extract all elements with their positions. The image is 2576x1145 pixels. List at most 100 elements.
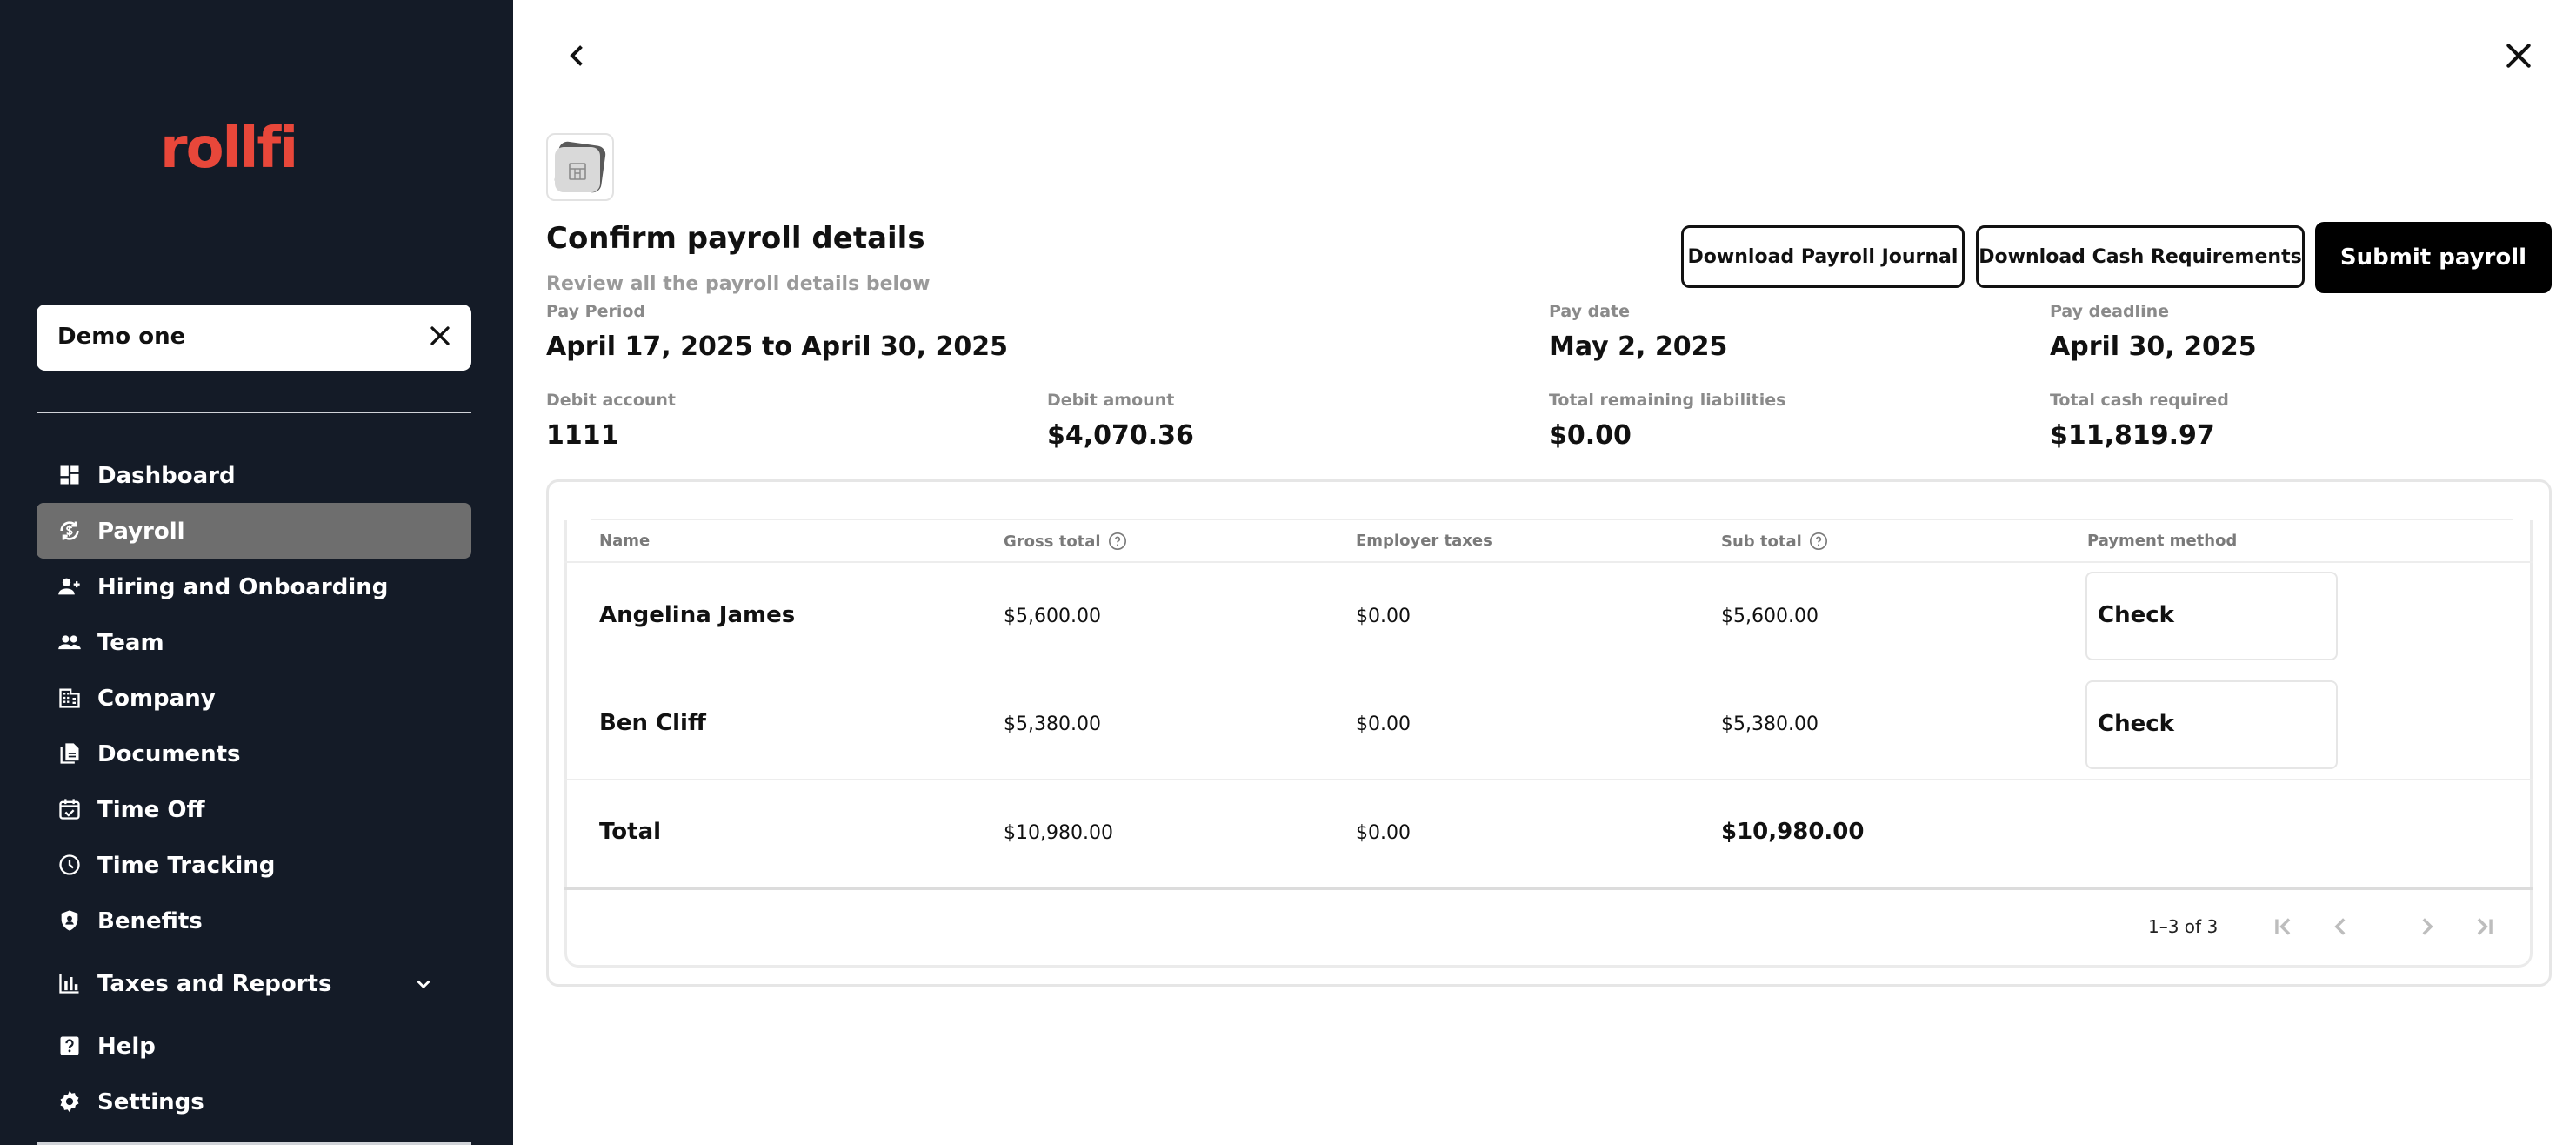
dashboard-icon: [60, 465, 79, 485]
calendar-check-icon: [59, 799, 80, 820]
sidebar-item-label: Dashboard: [97, 463, 236, 489]
sidebar-item-settings[interactable]: Settings: [37, 1074, 471, 1129]
employee-name: Angelina James: [599, 602, 796, 628]
payment-method-value: Check: [2098, 711, 2174, 737]
payment-method-select[interactable]: Check: [2085, 680, 2338, 769]
payment-method-select[interactable]: Check: [2085, 572, 2338, 660]
payroll-icon: [60, 521, 79, 540]
header-row-rule: [564, 561, 2533, 563]
sidebar-item-taxes-reports[interactable]: Taxes and Reports: [37, 955, 471, 1011]
last-page-icon[interactable]: [2470, 912, 2499, 941]
company-avatar: [546, 133, 614, 201]
remaining-liabilities-label: Total remaining liabilities: [1549, 391, 1786, 410]
debit-amount-value: $4,070.36: [1047, 420, 1194, 451]
sidebar-item-label: Documents: [97, 741, 241, 767]
total-row-rule: [564, 779, 2533, 780]
sidebar-item-label: Taxes and Reports: [97, 971, 332, 997]
pay-period-value: April 17, 2025 to April 30, 2025: [546, 331, 1009, 362]
documents-icon: [60, 743, 79, 764]
table-top-rule: [591, 519, 2513, 520]
sidebar-item-label: Time Tracking: [97, 853, 276, 879]
next-page-icon[interactable]: [2412, 912, 2442, 941]
previous-page-icon[interactable]: [2326, 912, 2355, 941]
sidebar-divider: [37, 412, 471, 413]
remaining-liabilities-value: $0.00: [1549, 420, 1632, 451]
column-header-employer-taxes: Employer taxes: [1356, 532, 1492, 550]
cash-required-value: $11,819.97: [2050, 420, 2215, 451]
team-icon: [58, 635, 81, 650]
page-subtitle: Review all the payroll details below: [546, 273, 931, 295]
chevron-down-icon[interactable]: [412, 973, 435, 995]
sidebar-item-time-off[interactable]: Time Off: [37, 781, 471, 837]
pay-deadline-value: April 30, 2025: [2050, 331, 2257, 362]
column-header-payment-method: Payment method: [2087, 532, 2237, 550]
clock-icon: [59, 854, 80, 875]
clear-company-icon[interactable]: [424, 320, 456, 352]
sidebar-item-label: Benefits: [97, 908, 203, 934]
sidebar-item-label: Company: [97, 686, 216, 712]
total-subtotal-cell: $10,980.00: [1721, 819, 1865, 845]
sidebar-bottom-divider: [37, 1142, 471, 1145]
first-page-icon[interactable]: [2268, 912, 2298, 941]
gear-icon: [60, 1090, 79, 1113]
help-circle-icon[interactable]: [1809, 532, 1828, 551]
column-header-label: Payment method: [2087, 532, 2238, 550]
sidebar-item-label: Payroll: [97, 519, 185, 545]
sidebar-item-company[interactable]: Company: [37, 670, 471, 726]
back-chevron-icon[interactable]: [562, 40, 593, 71]
sidebar-item-benefits[interactable]: Benefits: [37, 893, 471, 948]
employee-name: Ben Cliff: [599, 710, 706, 736]
sidebar-item-label: Settings: [97, 1089, 204, 1115]
sub-total-cell: $5,380.00: [1721, 713, 1819, 735]
employer-taxes-cell: $0.00: [1356, 606, 1411, 627]
total-label: Total: [599, 819, 662, 845]
debit-amount-label: Debit amount: [1047, 391, 1175, 410]
debit-account-label: Debit account: [546, 391, 677, 410]
company-icon: [59, 688, 80, 708]
column-header-label: Sub total: [1721, 532, 1802, 551]
company-selector[interactable]: Demo one: [37, 305, 471, 371]
gross-total-cell: $5,380.00: [1004, 713, 1101, 735]
sidebar-item-help[interactable]: Help: [37, 1018, 471, 1074]
help-icon: [60, 1036, 79, 1055]
debit-account-value: 1111: [546, 420, 619, 451]
submit-payroll-button[interactable]: Submit payroll: [2315, 222, 2552, 293]
sidebar-item-dashboard[interactable]: Dashboard: [37, 447, 471, 503]
sidebar-item-documents[interactable]: Documents: [37, 726, 471, 781]
sidebar-item-hiring[interactable]: Hiring and Onboarding: [37, 559, 471, 614]
column-header-label: Name: [599, 532, 651, 550]
page-title: Confirm payroll details: [546, 221, 925, 256]
sidebar-item-time-tracking[interactable]: Time Tracking: [37, 837, 471, 893]
sidebar-item-label: Help: [97, 1034, 156, 1060]
column-header-gross-total: Gross total: [1004, 532, 1127, 551]
help-circle-icon[interactable]: [1108, 532, 1127, 551]
building-icon: [569, 163, 586, 180]
cash-required-label: Total cash required: [2050, 391, 2229, 410]
pay-deadline-label: Pay deadline: [2050, 302, 2169, 321]
close-icon[interactable]: [2501, 38, 2536, 73]
pay-date-label: Pay date: [1549, 302, 1631, 321]
column-header-label: Gross total: [1004, 532, 1101, 551]
shield-icon: [61, 910, 78, 931]
total-taxes-cell: $0.00: [1356, 822, 1411, 844]
column-header-name: Name: [599, 532, 650, 550]
gross-total-cell: $5,600.00: [1004, 606, 1101, 627]
employer-taxes-cell: $0.00: [1356, 713, 1411, 735]
payment-method-value: Check: [2098, 602, 2174, 628]
hiring-icon: [58, 578, 80, 595]
sub-total-cell: $5,600.00: [1721, 606, 1819, 627]
download-cash-requirements-button[interactable]: Download Cash Requirements: [1976, 225, 2305, 288]
table-footer-rule: [564, 887, 2533, 890]
sidebar-item-label: Time Off: [97, 797, 205, 823]
sidebar-item-team[interactable]: Team: [37, 614, 471, 670]
sidebar-item-label: Team: [97, 630, 164, 656]
column-header-label: Employer taxes: [1356, 532, 1492, 550]
pagination-range: 1–3 of 3: [2148, 916, 2219, 937]
rollfi-logo[interactable]: rollfi: [160, 117, 298, 181]
pay-period-label: Pay Period: [546, 302, 645, 321]
company-name: Demo one: [57, 324, 186, 350]
sidebar-item-label: Hiring and Onboarding: [97, 574, 389, 600]
total-gross-cell: $10,980.00: [1004, 822, 1113, 844]
download-payroll-journal-button[interactable]: Download Payroll Journal: [1681, 225, 1965, 288]
sidebar-item-payroll[interactable]: Payroll: [37, 503, 471, 559]
